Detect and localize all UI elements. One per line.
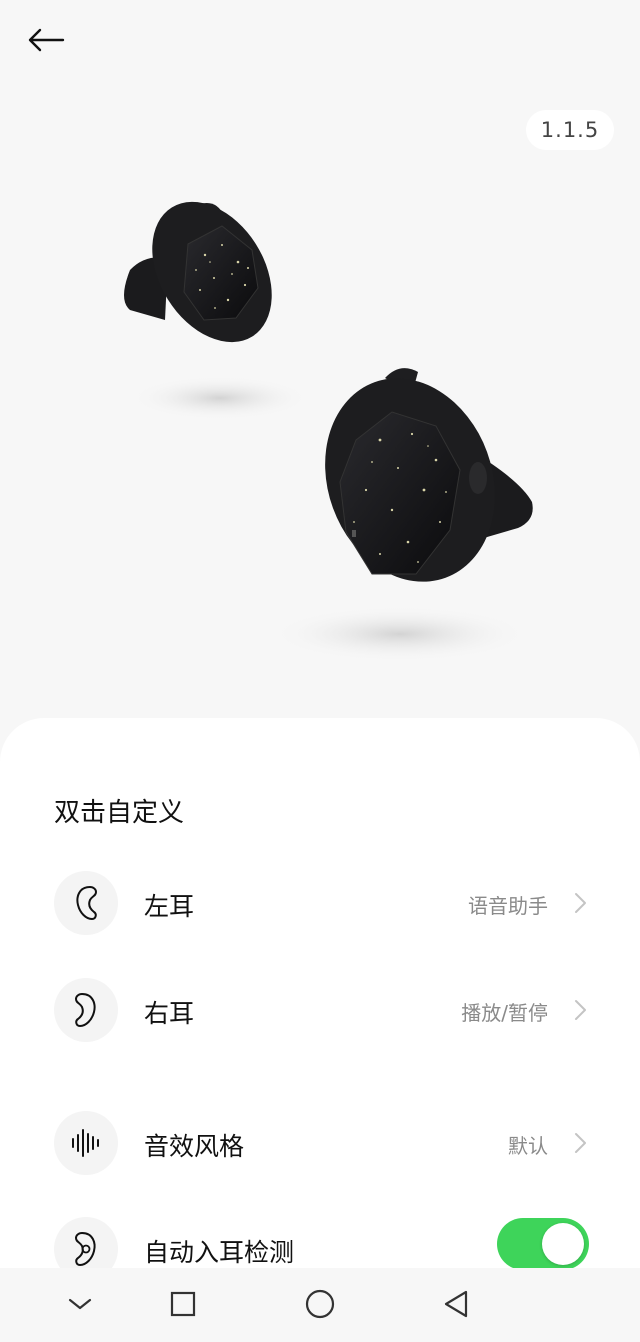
left-ear-label: 左耳 [144, 892, 195, 921]
auto-ear-detect-toggle[interactable] [497, 1218, 589, 1270]
nav-home-button[interactable] [298, 1282, 342, 1326]
right-ear-row[interactable]: 右耳 播放/暂停 [0, 971, 640, 1049]
chevron-right-icon [575, 893, 586, 913]
right-ear-label: 右耳 [144, 999, 195, 1028]
ear-right-icon [74, 992, 96, 1028]
settings-sheet: 双击自定义 左耳 语音助手 右耳 播放/暂停 音效风格 默认 自动入耳检测 [0, 718, 640, 1281]
ear-left-icon [76, 885, 98, 921]
nav-collapse-button[interactable] [58, 1282, 102, 1326]
chevron-right-icon [575, 1133, 586, 1153]
sound-style-row[interactable]: 音效风格 默认 [0, 1104, 640, 1182]
toggle-knob [542, 1223, 584, 1265]
earbuds-product-image [124, 201, 533, 662]
right-ear-value: 播放/暂停 [461, 1001, 548, 1025]
left-ear-row[interactable]: 左耳 语音助手 [0, 864, 640, 942]
system-navigation-bar [0, 1268, 640, 1342]
sound-wave-icon-wrap [54, 1111, 118, 1175]
back-button[interactable] [22, 22, 70, 58]
left-ear-value: 语音助手 [468, 894, 548, 918]
nav-recents-button[interactable] [161, 1282, 205, 1326]
ear-right-icon-wrap [54, 978, 118, 1042]
sound-wave-icon [72, 1129, 99, 1157]
back-triangle-icon [444, 1290, 468, 1318]
sound-style-value: 默认 [508, 1134, 548, 1158]
sound-style-label: 音效风格 [144, 1132, 245, 1161]
right-earbud [325, 368, 533, 582]
ear-left-icon-wrap [54, 871, 118, 935]
chevron-right-icon [575, 1000, 586, 1020]
chevron-down-icon [68, 1298, 92, 1310]
ear-detect-icon [74, 1231, 96, 1267]
home-circle-icon [305, 1289, 335, 1319]
double-tap-section-title: 双击自定义 [54, 798, 185, 828]
firmware-version-badge: 1.1.5 [526, 110, 614, 150]
recents-square-icon [170, 1291, 196, 1317]
nav-back-button[interactable] [434, 1282, 478, 1326]
hero-area: 1.1.5 [0, 0, 640, 760]
arrow-left-icon [28, 28, 65, 52]
firmware-version-text: 1.1.5 [540, 118, 600, 142]
auto-ear-detect-label: 自动入耳检测 [144, 1238, 295, 1267]
left-earbud [124, 201, 272, 343]
